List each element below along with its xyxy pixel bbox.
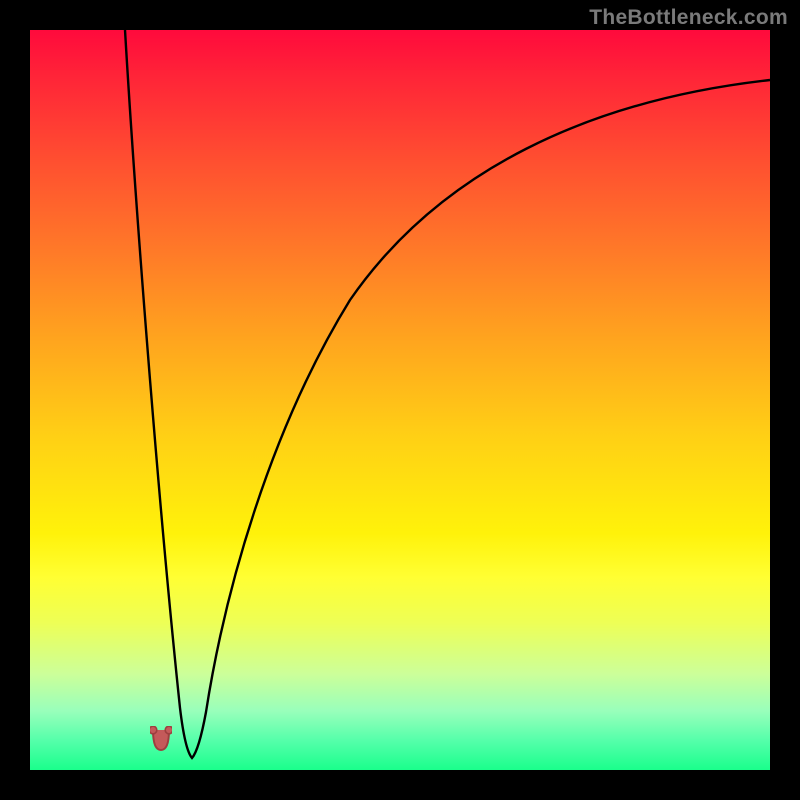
optimal-marker [150, 726, 172, 754]
chart-frame: TheBottleneck.com [0, 0, 800, 800]
curve-layer [30, 30, 770, 770]
bottleneck-curve [125, 30, 770, 758]
watermark-text: TheBottleneck.com [589, 6, 788, 30]
